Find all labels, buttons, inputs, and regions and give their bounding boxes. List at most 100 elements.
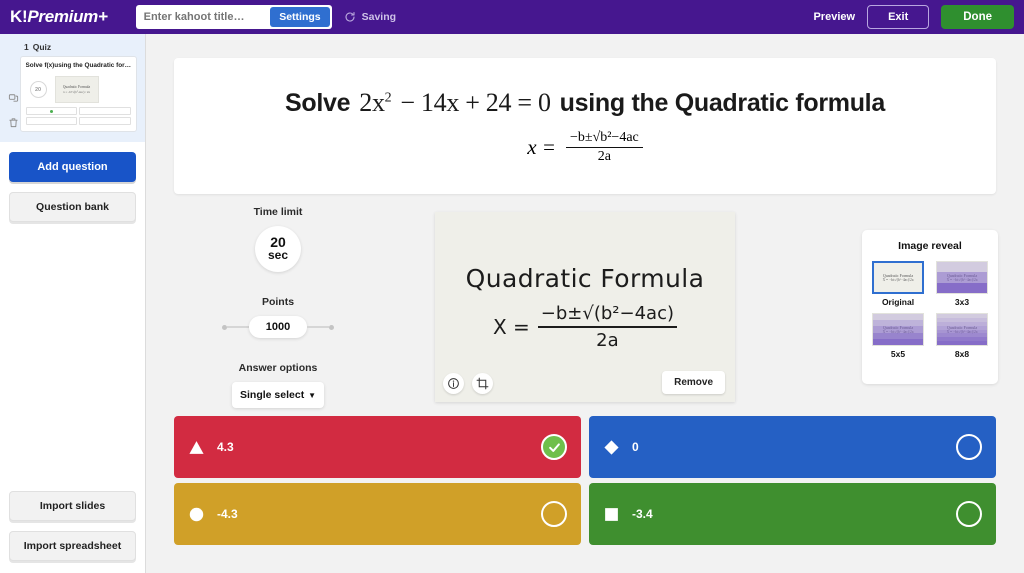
exit-button[interactable]: Exit (867, 5, 930, 29)
reveal-tile (937, 262, 954, 273)
answer-tile[interactable]: -4.3 (174, 483, 581, 545)
question-type: Quiz (32, 42, 52, 52)
answer-toggle[interactable] (956, 501, 982, 527)
slider-track-left (226, 326, 249, 328)
slider-dot-right[interactable] (329, 324, 335, 330)
image-reveal-thumbnail: Quadratic FormulaX = −b±√(b²−4ac)/2a (936, 313, 988, 346)
duplicate-icon[interactable] (8, 92, 19, 103)
remove-media-button[interactable]: Remove (662, 371, 725, 394)
answer-grid: 4.3 0 -4.3 -3.4 (174, 416, 996, 545)
question-card-answers (25, 107, 131, 125)
points-value[interactable]: 1000 (248, 316, 308, 338)
question-card[interactable]: Solve f(x)using the Quadratic for… 20 Qu… (19, 56, 137, 132)
image-reveal-option-3x3[interactable]: Quadratic FormulaX = −b±√(b²−4ac)/2a 3x3 (934, 261, 990, 307)
question-title-box[interactable]: Solve 2x2 − 14x + 24 = 0 using the Quadr… (174, 58, 996, 194)
preview-button[interactable]: Preview (813, 11, 855, 23)
circle-icon (188, 506, 205, 523)
kahoot-logo: K! Premium+ (10, 7, 108, 27)
reveal-mini-formula: X = −b±√(b²−4ac)/2a (882, 278, 914, 282)
image-reveal-thumbnail: Quadratic FormulaX = −b±√(b²−4ac)/2a (872, 313, 924, 346)
image-reveal-option-label: Original (881, 297, 915, 307)
info-icon[interactable] (443, 373, 464, 394)
saving-status: Saving (344, 11, 396, 23)
media-formula-fraction: −b±√(b²−4ac) 2a (537, 303, 678, 351)
question-title-line: Solve 2x2 − 14x + 24 = 0 using the Quadr… (285, 88, 885, 118)
question-settings-panel: Time limit 20 sec Points 1000 Answer opt… (208, 206, 348, 408)
time-limit-control[interactable]: 20 sec (255, 226, 301, 272)
reveal-tile (873, 338, 883, 345)
reveal-tile-overlay (937, 314, 987, 345)
card-answer-3 (25, 117, 78, 125)
points-slider[interactable]: 1000 (208, 316, 348, 338)
answer-tile[interactable]: 0 (589, 416, 996, 478)
question-prefix: Solve (285, 88, 351, 117)
image-reveal-title: Image reveal (898, 240, 962, 252)
answer-options-select[interactable]: Single select ▼ (232, 382, 324, 408)
image-reveal-option-8x8[interactable]: Quadratic FormulaX = −b±√(b²−4ac)/2a 8x8 (934, 313, 990, 359)
card-answer-2 (79, 107, 131, 115)
reveal-tile (953, 272, 971, 283)
answer-text: 0 (632, 440, 639, 454)
chevron-down-icon: ▼ (308, 390, 316, 400)
question-expression-b: − 14x + 24 = 0 (400, 87, 551, 117)
logo-text: Premium+ (27, 7, 108, 26)
slider-track-right (307, 326, 330, 328)
answer-tile[interactable]: 4.3 (174, 416, 581, 478)
media-formula-lhs: X = (492, 314, 530, 339)
import-slides-button[interactable]: Import slides (9, 491, 136, 521)
answer-toggle[interactable] (541, 501, 567, 527)
time-limit-value: 20 (270, 234, 286, 251)
question-sidebar: 1 Quiz Solve f(x)using the Quadratic for…… (0, 34, 146, 573)
kahoot-editor: K!Premium+ Settings Saving Preview Exit … (0, 0, 1024, 573)
settings-button[interactable]: Settings (270, 7, 330, 27)
import-spreadsheet-button[interactable]: Import spreadsheet (9, 531, 136, 561)
card-tools (8, 56, 20, 128)
answer-options-label: Answer options (238, 362, 318, 374)
question-card-title: Solve f(x)using the Quadratic for… (25, 62, 131, 69)
reveal-tile (980, 341, 987, 345)
media-handwritten-formula: X = −b±√(b²−4ac) 2a (492, 303, 678, 351)
answer-options-value: Single select (240, 389, 305, 401)
reveal-tile (953, 262, 971, 273)
image-reveal-option-label: 5x5 (890, 349, 906, 359)
formula-lhs: x = (527, 134, 556, 159)
trash-icon[interactable] (8, 117, 19, 128)
question-heading: 1 Quiz (24, 42, 137, 52)
kahoot-title-input[interactable] (143, 11, 262, 23)
reveal-tile (970, 272, 987, 283)
image-reveal-option-original[interactable]: Quadratic Formula X = −b±√(b²−4ac)/2a Orig… (870, 261, 926, 307)
refresh-spinner-icon (345, 11, 355, 22)
diamond-icon (603, 439, 620, 456)
square-icon (603, 506, 620, 523)
question-expression-a: 2x2 (359, 87, 392, 117)
media-formula-denominator: 2a (596, 329, 619, 351)
formula-numerator: −b±√b²−4ac (565, 130, 643, 148)
logo-k: K! (10, 7, 28, 26)
question-card-thumbnail: Quadratic Formula x = -b±√(b²-4ac) / 2a (54, 76, 99, 103)
reveal-tile (953, 282, 971, 293)
image-reveal-thumbnail: Quadratic FormulaX = −b±√(b²−4ac)/2a (936, 261, 988, 294)
correct-answer-toggle[interactable] (541, 434, 567, 460)
answer-toggle[interactable] (956, 434, 982, 460)
add-question-button[interactable]: Add question (9, 152, 136, 182)
topbar-actions: Preview Exit Done (813, 5, 1014, 29)
reveal-tile (883, 338, 893, 345)
media-tools (443, 373, 493, 394)
question-bank-button[interactable]: Question bank (9, 192, 136, 222)
media-panel[interactable]: Quadratic Formula X = −b±√(b²−4ac) 2a Re… (435, 212, 735, 402)
card-answer-4 (79, 117, 131, 125)
reveal-tile (937, 272, 954, 283)
points-label: Points (261, 296, 295, 308)
crop-icon[interactable] (472, 373, 493, 394)
thumbnail-title: Quadratic Formula (62, 85, 91, 89)
correct-dot-icon (49, 109, 53, 113)
selected-question-zone: 1 Quiz Solve f(x)using the Quadratic for…… (0, 34, 145, 142)
done-button[interactable]: Done (941, 5, 1014, 29)
image-reveal-option-5x5[interactable]: Quadratic FormulaX = −b±√(b²−4ac)/2a 5x5 (870, 313, 926, 359)
answer-tile[interactable]: -3.4 (589, 483, 996, 545)
image-reveal-panel: Image reveal Quadratic Formula X = −b±√(b… (862, 230, 998, 384)
reveal-tile-overlay (873, 314, 923, 345)
triangle-icon (188, 439, 205, 456)
top-bar: K!Premium+ Settings Saving Preview Exit … (0, 0, 1024, 34)
formula-fraction: −b±√b²−4ac 2a (565, 130, 643, 165)
